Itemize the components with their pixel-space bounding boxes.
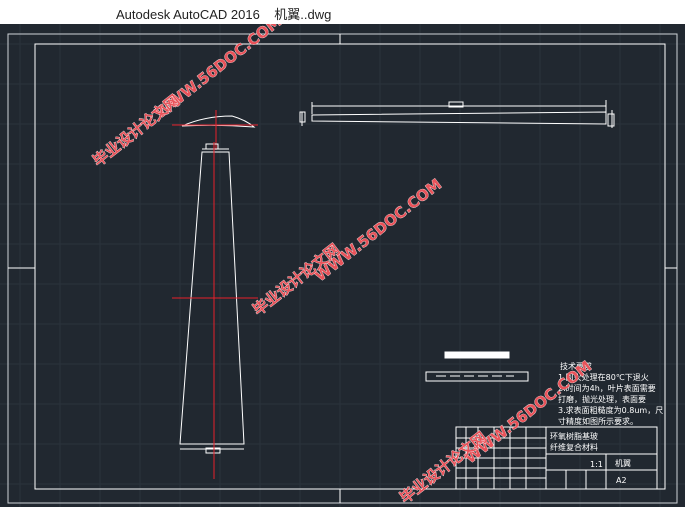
- title-bar: Autodesk AutoCAD 2016 机翼..dwg: [0, 0, 685, 24]
- roughness-notes: [425, 351, 529, 382]
- material-line-2: 纤维复合材料: [550, 442, 598, 452]
- wing-centerlines: [172, 142, 258, 479]
- material-line-1: 环氧树脂基玻: [550, 431, 598, 441]
- file-name: 机翼..dwg: [274, 7, 332, 22]
- watermark-site-2: WWW.56DOC.COM: [311, 175, 445, 285]
- window-title: Autodesk AutoCAD 2016 机翼..dwg: [116, 4, 331, 23]
- sheet-size: A2: [616, 476, 627, 485]
- part-name: 机翼: [615, 458, 631, 468]
- watermark-label-1: 毕业设计论文网: [89, 91, 183, 170]
- title-block-text: 环氧树脂基玻 纤维复合材料 机翼 A2 1:1: [550, 431, 631, 485]
- app-title: Autodesk AutoCAD 2016: [116, 7, 260, 22]
- cad-drawing[interactable]: 技术要求 1.回火处理在80℃下退火 2.时间为4h，叶片表面需要 打磨，抛光处…: [0, 24, 685, 507]
- tech-req-line-5: 寸精度如图所示要求。: [558, 416, 638, 426]
- tech-req-line-4: 3.求表面粗糙度为0.8um，尺: [558, 405, 663, 415]
- tech-req-line-3: 打磨，抛光处理，表面要: [558, 394, 646, 404]
- watermarks: WWW.56DOC.COM 毕业设计论文网 WWW.56DOC.COM 毕业设计…: [89, 24, 595, 507]
- drawing-canvas[interactable]: 技术要求 1.回火处理在80℃下退火 2.时间为4h，叶片表面需要 打磨，抛光处…: [0, 24, 685, 507]
- scale-text: 1:1: [590, 460, 603, 469]
